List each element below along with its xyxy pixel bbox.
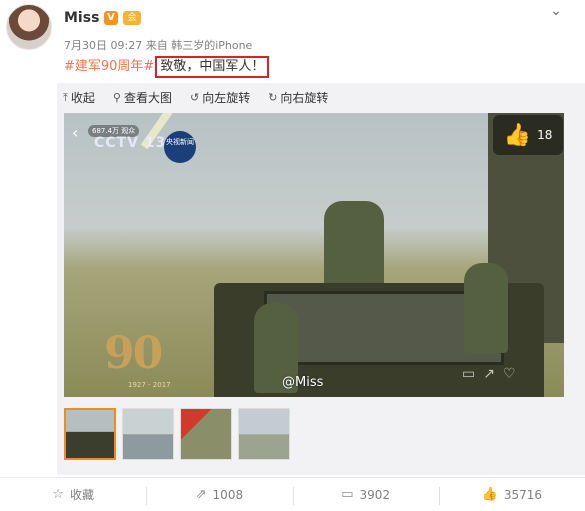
photo-like-button[interactable]: 👍 18 xyxy=(493,115,563,155)
media-toolbar: ⤒ 收起 ⚲ 查看大图 ↺ 向左旋转 ↻ 向右旋转 xyxy=(63,90,346,106)
rotate-left-button[interactable]: ↺ 向左旋转 xyxy=(190,90,258,106)
repost-icon: ⇗ xyxy=(195,487,207,502)
post-meta: 7月30日 09:27 来自 韩三岁的iPhone xyxy=(64,37,252,53)
thumbnail-2[interactable] xyxy=(122,408,174,460)
collapse-button[interactable]: ⤒ 收起 xyxy=(63,90,103,106)
username[interactable]: Miss xyxy=(64,10,99,26)
comment-icon: ▭ xyxy=(341,487,354,502)
thumbnail-1[interactable] xyxy=(64,408,116,460)
hashtag-link[interactable]: #建军90周年# xyxy=(64,59,154,74)
repost-count: 1008 xyxy=(212,487,244,502)
photo-actions: ▭ ↗ ♡ xyxy=(462,366,516,382)
comment-button[interactable]: ▭ 3902 xyxy=(292,478,439,511)
post-time[interactable]: 7月30日 09:27 xyxy=(64,39,142,52)
comment-count: 3902 xyxy=(359,487,391,502)
rotate-left-label: 向左旋转 xyxy=(202,91,251,105)
view-large-button[interactable]: ⚲ 查看大图 xyxy=(113,90,180,106)
view-large-label: 查看大图 xyxy=(123,91,172,105)
thumbnail-3[interactable] xyxy=(180,408,232,460)
thumbnail-strip xyxy=(64,408,290,460)
search-icon: ⚲ xyxy=(112,91,121,104)
main-photo[interactable]: ‹ 687.4万 观众 CCTV 13 央视新闻 90 1927 - 2017 xyxy=(64,113,564,397)
thumbs-up-icon: 👍 xyxy=(503,122,532,148)
repost-button[interactable]: ⇗ 1008 xyxy=(146,478,292,511)
rotate-right-button[interactable]: ↻ 向右旋转 xyxy=(268,90,336,106)
anniversary-logo: 90 xyxy=(104,328,163,379)
member-badge[interactable]: 会 xyxy=(123,11,141,25)
post-source[interactable]: 来自 韩三岁的iPhone xyxy=(146,39,253,52)
anniversary-years: 1927 - 2017 xyxy=(128,381,171,389)
highlighted-text: 致敬，中国军人！ xyxy=(155,56,270,78)
action-bar: ☆ 收藏 ⇗ 1008 ▭ 3902 👍 35716 xyxy=(0,477,585,511)
photo-like-count: 18 xyxy=(537,128,553,142)
heart-icon[interactable]: ♡ xyxy=(503,366,516,382)
favorite-button[interactable]: ☆ 收藏 xyxy=(0,478,146,511)
back-arrow-icon: ‹ xyxy=(72,123,79,142)
like-count: 35716 xyxy=(503,487,543,502)
like-button[interactable]: 👍 35716 xyxy=(438,478,585,511)
thumbs-up-icon: 👍 xyxy=(481,487,498,502)
verified-badge: V xyxy=(104,11,118,25)
rotate-right-icon: ↻ xyxy=(268,91,278,104)
share-icon[interactable]: ↗ xyxy=(483,366,495,382)
chevron-down-icon[interactable]: ⌄ xyxy=(548,4,564,18)
avatar[interactable] xyxy=(6,4,52,50)
rotate-right-label: 向右旋转 xyxy=(280,91,329,105)
watermark: @Miss xyxy=(282,375,324,390)
channel-badge: 央视新闻 xyxy=(164,131,196,163)
post-text: #建军90周年# 致敬，中国军人！ xyxy=(64,56,270,78)
figure-right xyxy=(464,263,508,353)
comment-icon[interactable]: ▭ xyxy=(462,366,475,382)
star-icon: ☆ xyxy=(52,487,64,502)
rotate-left-icon: ↺ xyxy=(189,91,200,104)
thumbnail-4[interactable] xyxy=(238,408,290,460)
channel-logo: CCTV 13 xyxy=(94,135,167,151)
favorite-label: 收藏 xyxy=(69,488,94,502)
collapse-icon: ⤒ xyxy=(63,91,68,104)
collapse-label: 收起 xyxy=(70,91,95,105)
